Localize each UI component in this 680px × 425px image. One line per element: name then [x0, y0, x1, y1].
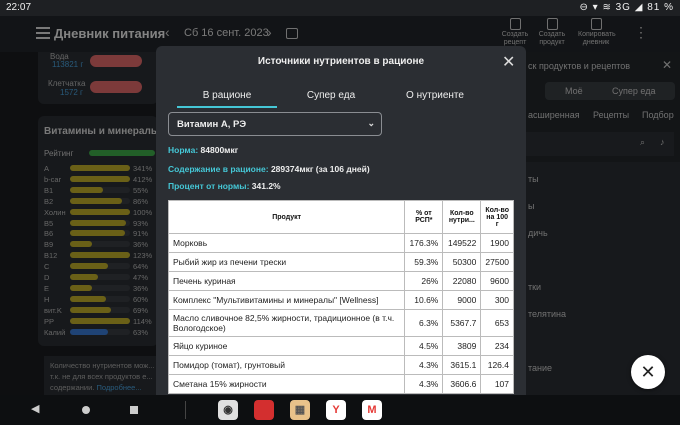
cell-product: Сметана 15% жирности	[167, 374, 406, 394]
nutrient-select-value: Витамин А, РЭ	[177, 119, 247, 130]
cell-pct: 176.3%	[404, 233, 444, 253]
cell-product: Комплекс "Мультивитамины и минералы" [We…	[167, 290, 406, 310]
dialog-close-icon[interactable]: ✕	[502, 52, 515, 72]
cell-amount: 3615.1	[442, 355, 482, 375]
cell-per100: 300	[480, 290, 514, 310]
cell-product: Помидор (томат), грунтовый	[167, 355, 406, 375]
cell-pct: 10.6%	[404, 290, 444, 310]
nutrient-select[interactable]: Витамин А, РЭ ⌄	[168, 112, 382, 136]
status-system-icons: ⊖ ▾ ≋ 3G ◢ 81 %	[579, 2, 674, 13]
table-row[interactable]: Комплекс "Мультивитамины и минералы" [We…	[167, 290, 514, 310]
cell-amount: 149522	[442, 233, 482, 253]
recents-icon[interactable]	[130, 406, 138, 414]
nutrient-sources-dialog: Источники нутриентов в рационе ✕ В рацио…	[156, 46, 526, 395]
cell-per100: 9600	[480, 271, 514, 291]
back-icon[interactable]: ◀	[31, 402, 39, 415]
table-header-row: Продукт % от РСП* Кол-во нутри... Кол-во…	[167, 200, 514, 234]
percent-value: 341.2%	[251, 181, 281, 191]
norm-value: 84800мкг	[200, 145, 239, 155]
content-label: Содержание в рационе:	[168, 164, 269, 174]
table-row[interactable]: Рыбий жир из печени трески 59.3% 50300 2750…	[167, 252, 514, 272]
cell-product: Яйцо куриное	[167, 336, 406, 356]
tab-about-nutrient[interactable]: О нутриенте	[385, 90, 485, 101]
cell-product: Печень куриная	[167, 271, 406, 291]
cell-pct: 6.3%	[404, 309, 444, 337]
col-header-per100[interactable]: Кол-во на 100 г	[480, 200, 514, 234]
cell-pct: 26%	[404, 271, 444, 291]
cell-product: Морковь	[167, 233, 406, 253]
norm-row: Норма: 84800мкг	[168, 145, 238, 155]
close-fab-button[interactable]: ✕	[631, 355, 665, 389]
norm-label: Норма:	[168, 145, 199, 155]
percent-label: Процент от нормы:	[168, 181, 250, 191]
cell-per100: 126.4	[480, 355, 514, 375]
status-time: 22:07	[6, 2, 32, 13]
cell-per100: 1900	[480, 233, 514, 253]
notes-app-icon[interactable]: ▦	[290, 400, 310, 420]
system-nav-bar: ◀ ◉ ▦ Y M	[0, 395, 680, 425]
cell-per100: 27500	[480, 252, 514, 272]
dialog-title: Источники нутриентов в рационе	[257, 56, 425, 67]
cell-pct: 4.5%	[404, 336, 444, 356]
cell-amount: 3809	[442, 336, 482, 356]
col-header-amount[interactable]: Кол-во нутри...	[442, 200, 482, 234]
nutrient-sources-table: Продукт % от РСП* Кол-во нутри... Кол-во…	[167, 200, 514, 394]
cell-pct: 4.3%	[404, 355, 444, 375]
cell-product: Рыбий жир из печени трески	[167, 252, 406, 272]
cell-product: Масло сливочное 82,5% жирности, традицио…	[167, 309, 406, 337]
table-row[interactable]: Сметана 15% жирности 4.3% 3606.6 107	[167, 374, 514, 394]
tab-super-food[interactable]: Супер еда	[281, 90, 381, 101]
cell-per100: 653	[480, 309, 514, 337]
camera-app-icon[interactable]: ◉	[218, 400, 238, 420]
cell-amount: 5367.7	[442, 309, 482, 337]
home-icon[interactable]	[82, 406, 90, 414]
gmail-app-icon[interactable]: M	[362, 400, 382, 420]
nav-divider	[185, 401, 186, 419]
cell-pct: 59.3%	[404, 252, 444, 272]
yandex-app-icon[interactable]: Y	[326, 400, 346, 420]
cell-per100: 234	[480, 336, 514, 356]
table-row[interactable]: Морковь 176.3% 149522 1900	[167, 233, 514, 253]
tab-in-diet[interactable]: В рационе	[177, 90, 277, 101]
active-tab-indicator	[177, 106, 277, 108]
content-value: 289374мкг (за 106 дней)	[270, 164, 370, 174]
cell-amount: 9000	[442, 290, 482, 310]
table-row[interactable]: Яйцо куриное 4.5% 3809 234	[167, 336, 514, 356]
col-header-pct[interactable]: % от РСП*	[404, 200, 444, 234]
cell-pct: 4.3%	[404, 374, 444, 394]
status-bar: 22:07 ⊖ ▾ ≋ 3G ◢ 81 %	[0, 0, 680, 16]
cell-amount: 50300	[442, 252, 482, 272]
table-row[interactable]: Печень куриная 26% 22080 9600	[167, 271, 514, 291]
cell-amount: 22080	[442, 271, 482, 291]
table-row[interactable]: Помидор (томат), грунтовый 4.3% 3615.1 126.…	[167, 355, 514, 375]
percent-row: Процент от нормы: 341.2%	[168, 181, 281, 191]
pdf-app-icon[interactable]	[254, 400, 274, 420]
cell-amount: 3606.6	[442, 374, 482, 394]
table-row[interactable]: Масло сливочное 82,5% жирности, традицио…	[167, 309, 514, 337]
cell-per100: 107	[480, 374, 514, 394]
content-row: Содержание в рационе: 289374мкг (за 106 …	[168, 164, 370, 174]
chevron-down-icon: ⌄	[367, 118, 375, 128]
col-header-product[interactable]: Продукт	[167, 200, 406, 234]
